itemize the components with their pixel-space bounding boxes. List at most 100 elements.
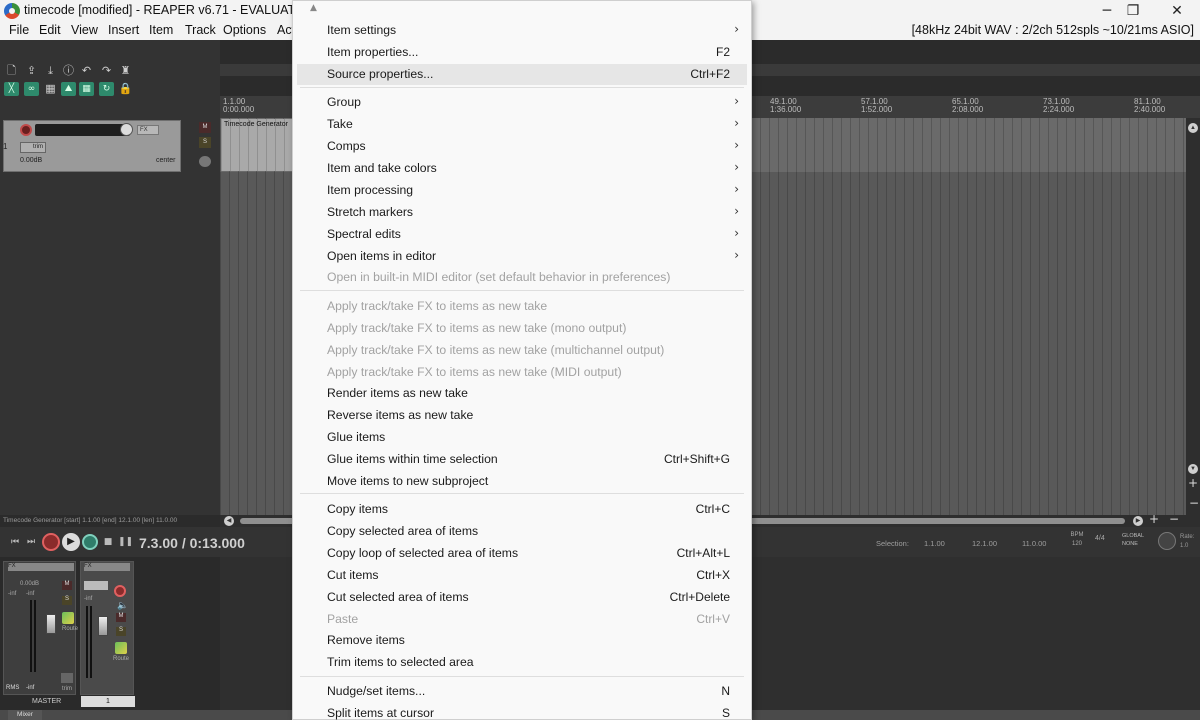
master-solo-button[interactable]: S [62, 596, 72, 605]
close-button[interactable]: ✕ [1154, 0, 1200, 22]
volume-knob[interactable] [120, 123, 133, 136]
loop-icon[interactable]: ↻ [99, 82, 114, 96]
menu-scroll-up-icon[interactable]: ▲ [310, 3, 317, 13]
master-trim-icon[interactable] [61, 673, 73, 683]
master-fader[interactable] [46, 614, 56, 634]
stop-icon[interactable]: ■ [101, 535, 115, 549]
menu-separator [300, 493, 744, 494]
track1-solo-button[interactable]: S [116, 627, 126, 636]
grid-lines-icon[interactable]: ▦ [79, 82, 94, 96]
menu-view[interactable]: View [71, 23, 98, 37]
menu-item-nudge-set-items[interactable]: Nudge/set items... N [297, 681, 747, 702]
selection-end[interactable]: 12.1.00 [972, 539, 997, 548]
menu-item-glue-items-within-time-selection[interactable]: Glue items within time selection Ctrl+Shi… [297, 449, 747, 470]
open-project-icon[interactable]: ⇪ [24, 64, 39, 78]
menu-item-copy-items[interactable]: Copy items Ctrl+C [297, 499, 747, 520]
menu-item-take[interactable]: Take › [297, 114, 747, 135]
pause-icon[interactable]: ❚❚ [118, 535, 133, 549]
menu-track[interactable]: Track [185, 23, 216, 37]
zoom-in-vertical-icon[interactable]: + [1188, 476, 1198, 490]
menu-item-copy-selected-area-of-items[interactable]: Copy selected area of items [297, 521, 747, 542]
menu-item-remove-items[interactable]: Remove items [297, 630, 747, 651]
selection-start[interactable]: 1.1.00 [924, 539, 945, 548]
menu-item-stretch-markers[interactable]: Stretch markers › [297, 202, 747, 223]
global-sub: NONE [1122, 541, 1138, 547]
bpm-display[interactable]: BPM 120 [1065, 531, 1089, 553]
menu-item-reverse-items-as-new-take[interactable]: Reverse items as new take [297, 405, 747, 426]
menu-item-comps[interactable]: Comps › [297, 136, 747, 157]
lock-icon[interactable]: 🔒 [118, 82, 133, 96]
metronome-icon[interactable]: ♜ [118, 64, 133, 78]
master-route-icon[interactable] [62, 612, 74, 624]
grid-icon[interactable]: ▦ [43, 82, 58, 96]
track1-fader[interactable] [98, 616, 108, 636]
menu-item-split-items-at-cursor[interactable]: Split items at cursor S [297, 703, 747, 720]
undo-icon[interactable]: ↶ [79, 64, 94, 78]
scroll-up-icon[interactable]: ▲ [1188, 123, 1198, 133]
track-fx-button[interactable]: FX [137, 125, 159, 135]
restore-button[interactable]: ❐ [1110, 0, 1156, 22]
scroll-down-icon[interactable]: ▼ [1188, 464, 1198, 474]
menu-item-source-properties[interactable]: Source properties... Ctrl+F2 [297, 64, 747, 85]
save-project-icon[interactable]: ⤓ [43, 64, 58, 78]
time-signature[interactable]: 4/4 [1095, 535, 1105, 542]
record-button[interactable] [42, 533, 60, 551]
menu-item-cut-items[interactable]: Cut items Ctrl+X [297, 565, 747, 586]
menu-item-spectral-edits[interactable]: Spectral edits › [297, 224, 747, 245]
master-mute-button[interactable]: M [62, 581, 72, 590]
scroll-left-icon[interactable]: ◀ [224, 516, 234, 526]
menu-item-move-items-to-new-subproject[interactable]: Move items to new subproject [297, 471, 747, 492]
track1-record-arm[interactable] [114, 585, 126, 597]
zoom-in-horizontal-icon[interactable]: + [1149, 512, 1159, 526]
menu-item-copy-loop-of-selected-area-of-items[interactable]: Copy loop of selected area of items Ctrl+… [297, 543, 747, 564]
time-display[interactable]: 7.3.00 / 0:13.000 [139, 535, 245, 551]
track1-fx-slot[interactable] [84, 581, 108, 590]
track1-speaker-icon[interactable]: 🔈 [117, 600, 128, 611]
grid-snap-icon[interactable]: ╳ [4, 82, 19, 96]
track-mute-button[interactable]: M [199, 122, 211, 133]
menu-item-group[interactable]: Group › [297, 92, 747, 113]
track1-number-box[interactable]: 1 [81, 696, 135, 707]
menu-file[interactable]: File [9, 23, 29, 37]
menu-item-render-items-as-new-take[interactable]: Render items as new take [297, 383, 747, 404]
rate-knob[interactable] [1158, 532, 1176, 550]
record-arm-button[interactable] [20, 124, 32, 136]
mixer-tab[interactable]: Mixer [8, 710, 42, 720]
track1-mute-button[interactable]: M [116, 613, 126, 622]
repeat-button[interactable] [82, 534, 98, 550]
menu-item[interactable]: Item [149, 23, 173, 37]
menu-item-trim-items-to-selected-area[interactable]: Trim items to selected area [297, 652, 747, 673]
play-button[interactable]: ▶ [62, 533, 80, 551]
ripple-edit-icon[interactable]: ∞ [24, 82, 39, 96]
track-solo-button[interactable]: S [199, 137, 211, 148]
track-name-field[interactable] [35, 124, 130, 136]
go-to-start-icon[interactable]: ⏮ [8, 535, 22, 549]
track-trim-button[interactable]: trim [20, 142, 46, 153]
menu-item-item-and-take-colors[interactable]: Item and take colors › [297, 158, 747, 179]
track-phase-icon[interactable] [199, 156, 211, 167]
audio-device-status[interactable]: [48kHz 24bit WAV : 2/2ch 512spls ~10/21m… [912, 23, 1194, 37]
master-fx-button[interactable]: FX [8, 563, 74, 571]
menu-item-open-items-in-editor[interactable]: Open items in editor › [297, 246, 747, 267]
menu-edit[interactable]: Edit [39, 23, 61, 37]
new-project-icon[interactable]: 🗋 [4, 64, 19, 78]
selection-length[interactable]: 11.0.00 [1022, 539, 1046, 548]
redo-icon[interactable]: ↷ [99, 64, 114, 78]
menu-options[interactable]: Options [223, 23, 266, 37]
auto-crossfade-icon[interactable]: ⛰ [61, 82, 76, 96]
scroll-right-icon[interactable]: ▶ [1133, 516, 1143, 526]
vertical-scrollbar[interactable]: ▲ ▼ + − [1186, 118, 1200, 515]
zoom-out-horizontal-icon[interactable]: − [1169, 512, 1179, 526]
menu-item-item-settings[interactable]: Item settings › [297, 20, 747, 41]
zoom-out-vertical-icon[interactable]: − [1189, 496, 1199, 510]
menu-item-item-processing[interactable]: Item processing › [297, 180, 747, 201]
menu-item-glue-items[interactable]: Glue items [297, 427, 747, 448]
project-settings-icon[interactable]: ⓘ [61, 64, 76, 78]
track1-route-icon[interactable] [115, 642, 127, 654]
menu-item-item-properties[interactable]: Item properties... F2 [297, 42, 747, 63]
menu-item-cut-selected-area-of-items[interactable]: Cut selected area of items Ctrl+Delete [297, 587, 747, 608]
track1-fx-button[interactable]: FX [84, 563, 130, 571]
go-to-end-icon[interactable]: ⏭ [24, 535, 38, 549]
menu-insert[interactable]: Insert [108, 23, 139, 37]
global-automation-button[interactable]: GLOBAL NONE [1122, 532, 1144, 548]
